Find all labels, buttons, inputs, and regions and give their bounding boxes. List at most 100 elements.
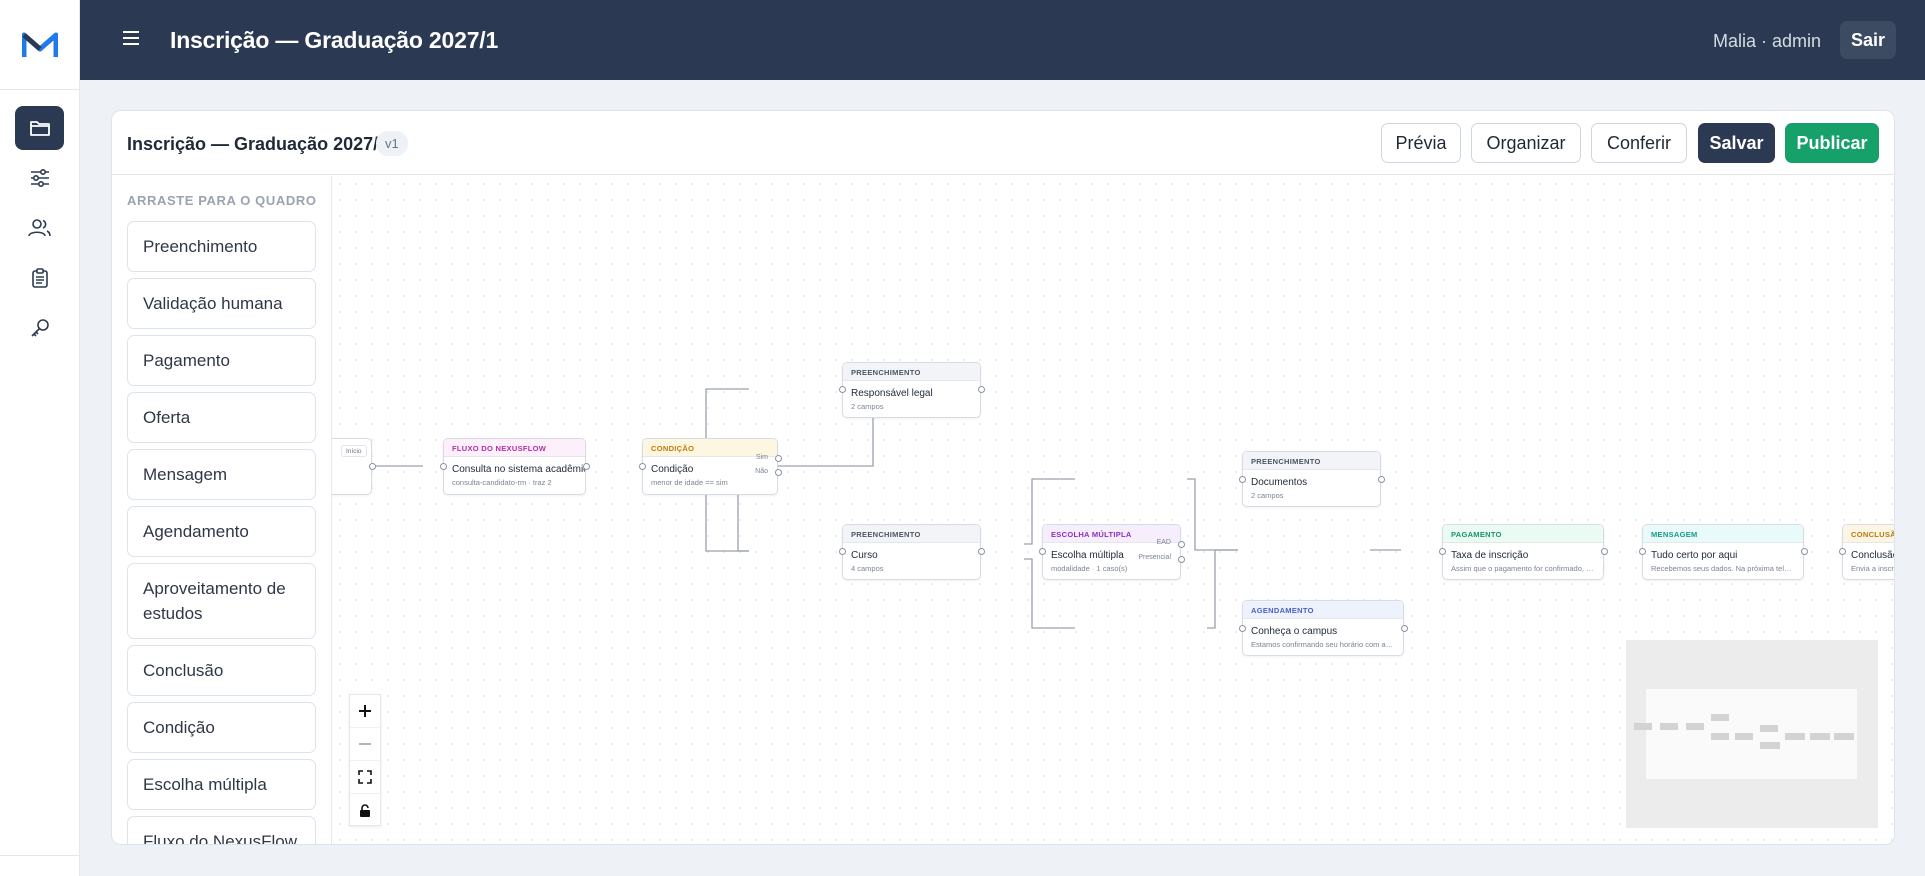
node-subtitle: 4 campos <box>851 564 884 573</box>
node-type-label: FLUXO DO NEXUSFLOW <box>444 439 585 457</box>
node-output-port[interactable] <box>978 386 985 393</box>
node-subtitle: modalidade · 1 caso(s) <box>1051 564 1128 573</box>
version-badge: v1 <box>376 131 408 156</box>
node-subtitle: consulta-candidato-rm · traz 2 <box>452 478 552 487</box>
node-type-label: PREENCHIMENTO <box>843 363 980 381</box>
node-nexusflow[interactable]: FLUXO DO NEXUSFLOW Consulta no sistema a… <box>440 438 590 495</box>
palette-item[interactable]: Preenchimento <box>127 221 316 272</box>
node-output-port[interactable] <box>369 463 376 470</box>
minimap-node <box>1735 733 1753 740</box>
node-output-port[interactable] <box>1401 625 1408 632</box>
palette-item[interactable]: Fluxo do NexusFlow <box>127 816 316 844</box>
app-logo[interactable] <box>0 0 80 90</box>
node-output-port-presencial[interactable] <box>1178 556 1185 563</box>
palette-item[interactable]: Conclusão <box>127 645 316 696</box>
check-button[interactable]: Conferir <box>1591 123 1687 163</box>
node-input-port[interactable] <box>1639 548 1646 555</box>
nav-keys[interactable] <box>15 306 64 350</box>
node-start[interactable]: Início <box>332 438 376 495</box>
node-payment[interactable]: PAGAMENTO Taxa de inscrição Assim que o … <box>1439 524 1608 580</box>
plus-icon <box>359 705 371 717</box>
save-button[interactable]: Salvar <box>1698 123 1775 163</box>
node-input-port[interactable] <box>639 463 646 470</box>
logout-button[interactable]: Sair <box>1839 21 1896 59</box>
node-multiple-choice[interactable]: ESCOLHA MÚLTIPLA Escolha múltipla modali… <box>1039 524 1185 580</box>
node-input-port[interactable] <box>1239 476 1246 483</box>
node-output-port[interactable] <box>978 548 985 555</box>
nav-submissions[interactable] <box>15 256 64 300</box>
key-icon <box>30 319 49 337</box>
node-input-port[interactable] <box>440 463 447 470</box>
node-input-port[interactable] <box>1039 548 1046 555</box>
node-title: Conclusão <box>1851 550 1895 561</box>
node-output-port[interactable] <box>1601 548 1608 555</box>
node-type-label: MENSAGEM <box>1643 525 1803 543</box>
branch-label-presencial: Presencial <box>1138 554 1171 561</box>
hamburger-menu-icon[interactable] <box>122 30 140 46</box>
palette-item[interactable]: Oferta <box>127 392 316 443</box>
node-type-label: PAGAMENTO <box>1443 525 1603 543</box>
nav-users[interactable] <box>15 206 64 250</box>
fit-view-button[interactable] <box>350 761 380 794</box>
minimap-node <box>1711 733 1729 740</box>
minimap[interactable] <box>1626 640 1878 828</box>
node-input-port[interactable] <box>1439 548 1446 555</box>
node-subtitle: menor de idade == sim <box>651 478 728 487</box>
palette-item[interactable]: Condição <box>127 702 316 753</box>
node-output-port[interactable] <box>1378 476 1385 483</box>
node-output-port[interactable] <box>1801 548 1808 555</box>
node-title: Consulta no sistema acadêmico <box>452 464 585 475</box>
node-message[interactable]: MENSAGEM Tudo certo por aqui Recebemos s… <box>1639 524 1808 580</box>
node-subtitle: 2 campos <box>1251 491 1284 500</box>
nav-settings[interactable] <box>15 156 64 200</box>
node-conclusion[interactable]: CONCLUSÃO Conclusão Envia a inscri <box>1839 524 1895 580</box>
node-input-port[interactable] <box>839 386 846 393</box>
palette-item[interactable]: Validação humana <box>127 278 316 329</box>
node-schedule[interactable]: AGENDAMENTO Conheça o campus Estamos con… <box>1239 600 1408 656</box>
lock-button[interactable] <box>350 794 380 827</box>
node-subtitle: Estamos confirmando seu horário com a e.… <box>1251 640 1399 649</box>
palette-item[interactable]: Aproveitamento de estudos <box>127 563 316 639</box>
node-course[interactable]: PREENCHIMENTO Curso 4 campos <box>839 524 985 580</box>
node-input-port[interactable] <box>1239 625 1246 632</box>
nav-flows[interactable] <box>15 106 64 150</box>
node-input-port[interactable] <box>1839 548 1846 555</box>
node-title: Curso <box>851 550 878 561</box>
preview-button[interactable]: Prévia <box>1381 123 1461 163</box>
palette-item[interactable]: Agendamento <box>127 506 316 557</box>
branch-label-yes: Sim <box>755 454 768 461</box>
node-title: Taxa de inscrição <box>1451 550 1529 561</box>
node-output-port-yes[interactable] <box>775 455 782 462</box>
organize-button[interactable]: Organizar <box>1471 123 1581 163</box>
sliders-icon <box>30 168 49 188</box>
zoom-out-button[interactable] <box>350 728 380 761</box>
node-title: Tudo certo por aqui <box>1651 550 1738 561</box>
rail-divider <box>0 855 80 856</box>
node-input-port[interactable] <box>839 548 846 555</box>
canvas-controls <box>349 694 381 826</box>
minimap-node <box>1834 733 1854 740</box>
node-output-port[interactable] <box>583 463 590 470</box>
node-condition[interactable]: CONDIÇÃO Condição menor de idade == sim … <box>639 438 782 495</box>
palette-item[interactable]: Escolha múltipla <box>127 759 316 810</box>
zoom-in-button[interactable] <box>350 695 380 728</box>
flow-editor-card: Inscrição — Graduação 2027/1 v1 Prévia O… <box>111 110 1895 845</box>
node-type-label: PREENCHIMENTO <box>1243 452 1380 470</box>
flow-canvas[interactable]: Início FLUXO DO NEXUSFLOW Consulta no si… <box>332 176 1895 844</box>
current-user: Malia · admin <box>1712 31 1821 51</box>
minimap-node <box>1760 742 1780 749</box>
side-rail <box>0 0 80 876</box>
node-guardian[interactable]: PREENCHIMENTO Responsável legal 2 campos <box>839 362 985 418</box>
palette-item[interactable]: Mensagem <box>127 449 316 500</box>
minimap-node <box>1760 725 1778 732</box>
node-documents[interactable]: PREENCHIMENTO Documentos 2 campos <box>1239 451 1385 507</box>
node-output-port-ead[interactable] <box>1178 541 1185 548</box>
clipboard-icon <box>31 268 48 288</box>
editor-header: Inscrição — Graduação 2027/1 v1 Prévia O… <box>112 111 1894 175</box>
lock-icon <box>360 803 370 817</box>
palette-item[interactable]: Pagamento <box>127 335 316 386</box>
node-title: Documentos <box>1251 477 1308 488</box>
node-output-port-no[interactable] <box>775 469 782 476</box>
publish-button[interactable]: Publicar <box>1785 123 1879 163</box>
node-type-label: CONCLUSÃO <box>1843 525 1894 543</box>
